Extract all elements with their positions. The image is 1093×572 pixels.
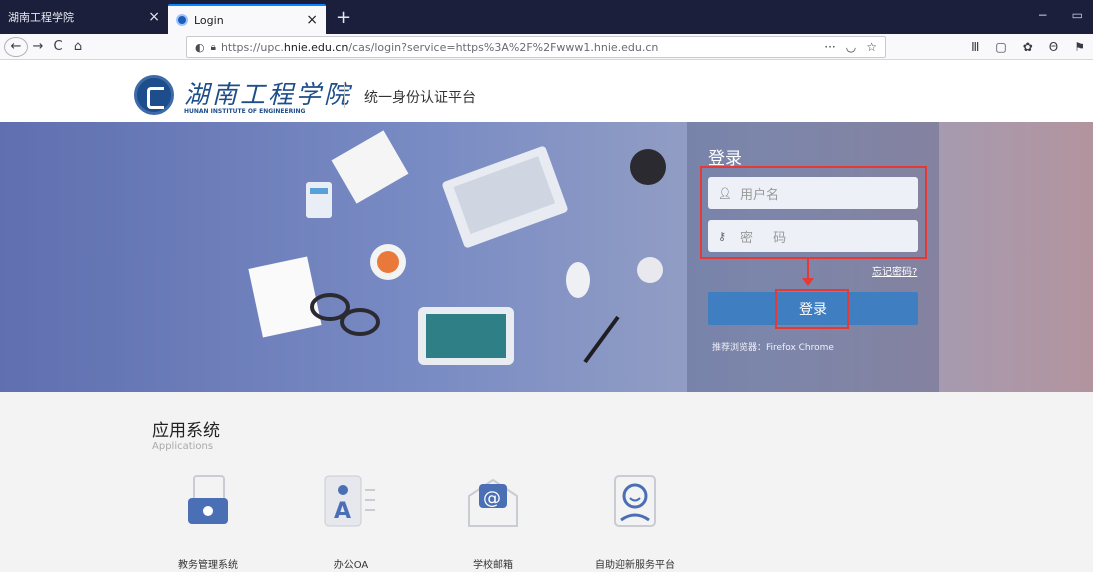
- account-icon[interactable]: Θ: [1049, 40, 1058, 54]
- calculator-icon: [306, 182, 332, 218]
- tab-login[interactable]: Login ×: [168, 4, 326, 34]
- svg-text:@: @: [483, 488, 501, 509]
- toolbar-icons: Ⅲ ▢ ✿ Θ ⚑: [971, 40, 1085, 54]
- new-tab-button[interactable]: +: [326, 7, 361, 28]
- app-school-mail[interactable]: @ 学校邮箱: [438, 474, 548, 571]
- app-label: 学校邮箱: [473, 560, 513, 571]
- notebook-icon: [248, 256, 322, 338]
- close-tab-icon[interactable]: ×: [306, 13, 318, 27]
- browser-recommendation: 推荐浏览器：Firefox Chrome: [712, 343, 834, 353]
- school-emblem-icon: [134, 75, 174, 115]
- cd-icon: [637, 257, 663, 283]
- forgot-password-link[interactable]: 忘记密码?: [872, 263, 917, 278]
- url-prefix: https://upc.: [220, 40, 284, 54]
- url-bar[interactable]: ◐ 🔒︎ https://upc. hnie.edu.cn/cas/login?s…: [186, 36, 886, 58]
- site-header: 湖南工程学院 HUNAN INSTITUTE OF ENGINEERING 统一…: [0, 60, 1093, 122]
- office-oa-icon: A: [323, 474, 379, 530]
- tab-hnie[interactable]: 湖南工程学院 ×: [0, 4, 168, 30]
- applications-section: 应用系统 Applications 教务管理系统 A 办公OA @ 学校邮箱 自…: [0, 392, 1093, 572]
- addon-icon[interactable]: ⚑: [1074, 40, 1085, 54]
- school-name-cn: 湖南工程学院: [184, 80, 353, 109]
- url-host: hnie.edu.cn: [283, 40, 349, 54]
- tracking-shield-icon[interactable]: ◐: [195, 41, 205, 54]
- applications-subtitle: Applications: [152, 441, 214, 452]
- credentials-highlight-box: [700, 166, 927, 259]
- library-icon[interactable]: Ⅲ: [971, 40, 979, 54]
- tab-title: 湖南工程学院: [8, 11, 74, 24]
- login-button-highlight-box: [775, 289, 849, 329]
- close-tab-icon[interactable]: ×: [148, 10, 160, 24]
- app-academic-system[interactable]: 教务管理系统: [153, 474, 263, 571]
- url-path: /cas/login?service=https%3A%2F%2Fwww1.hn…: [348, 40, 659, 54]
- mouse-icon: [566, 262, 590, 298]
- academic-system-icon: [180, 474, 236, 530]
- navigation-bar: ← → C ⌂ ◐ 🔒︎ https://upc. hnie.edu.cn/cas…: [0, 34, 1093, 60]
- notepad-icon: [331, 130, 409, 204]
- arrow-down-icon: [802, 278, 814, 286]
- school-name-en: HUNAN INSTITUTE OF ENGINEERING: [184, 108, 306, 115]
- sidebar-icon[interactable]: ▢: [995, 40, 1006, 54]
- favicon-icon: [176, 14, 188, 26]
- app-office-oa[interactable]: A 办公OA: [296, 474, 406, 571]
- app-label: 办公OA: [333, 560, 369, 571]
- page-actions-icon[interactable]: ···: [824, 40, 835, 54]
- header-divider: [344, 82, 345, 108]
- pocket-icon[interactable]: ◡: [846, 40, 856, 54]
- applications-title: 应用系统: [152, 421, 220, 441]
- window-controls: − ▭: [1038, 8, 1083, 22]
- reload-icon[interactable]: C: [48, 39, 68, 54]
- extension-icon[interactable]: ✿: [1023, 40, 1033, 54]
- pencil-cup-icon: [630, 149, 666, 185]
- app-label: 教务管理系统: [178, 560, 238, 571]
- restore-icon[interactable]: ▭: [1072, 8, 1083, 22]
- lock-icon[interactable]: 🔒︎: [211, 42, 216, 53]
- pen-icon: [583, 315, 620, 364]
- desk-illustration: [248, 130, 666, 365]
- home-icon[interactable]: ⌂: [68, 39, 88, 54]
- minimize-icon[interactable]: −: [1038, 8, 1048, 22]
- app-label: 自助迎新服务平台: [595, 560, 675, 571]
- bookmark-star-icon[interactable]: ☆: [866, 40, 877, 54]
- freshman-service-icon: [607, 474, 663, 530]
- hero-banner: 登录 👤︎ 用户名 ⚷ 密 码: [0, 122, 1093, 392]
- tab-title: Login: [194, 13, 224, 27]
- app-freshman-service[interactable]: 自助迎新服务平台: [580, 474, 690, 571]
- browser-tab-bar: 湖南工程学院 × Login × + − ▭: [0, 0, 1093, 34]
- school-mail-icon: @: [465, 474, 521, 530]
- svg-text:A: A: [334, 499, 351, 524]
- back-icon[interactable]: ←: [4, 36, 28, 57]
- platform-title: 统一身份认证平台: [364, 90, 476, 106]
- forward-icon[interactable]: →: [28, 39, 48, 54]
